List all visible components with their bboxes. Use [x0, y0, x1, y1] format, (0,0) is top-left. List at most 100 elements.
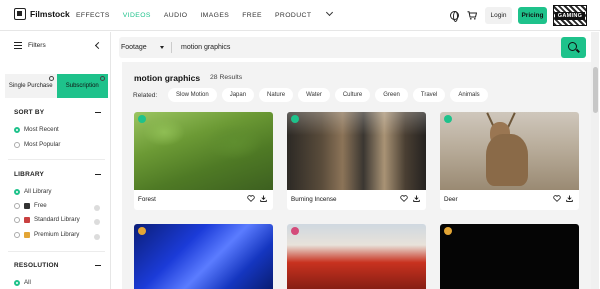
main-content: Footage motion graphics motion graphics …	[112, 32, 600, 289]
filmstock-logo-icon	[14, 8, 26, 20]
results-count: 28 Results	[210, 74, 243, 81]
radio-selected-icon	[14, 188, 20, 195]
caret-down-icon[interactable]	[160, 46, 164, 49]
search-bar: Footage motion graphics	[119, 37, 584, 58]
video-thumbnail[interactable]	[287, 112, 426, 190]
video-thumbnail[interactable]	[440, 224, 579, 289]
sort-option-label: Most Recent	[24, 126, 59, 133]
video-card[interactable]	[287, 224, 426, 289]
library-option-premium[interactable]: Premium Library	[14, 231, 79, 238]
search-button[interactable]	[561, 37, 586, 58]
brand-logo[interactable]: Filmstock	[14, 8, 70, 20]
radio-selected-icon	[14, 126, 20, 133]
related-tag[interactable]: Slow Motion	[168, 88, 217, 102]
video-card[interactable]: Burning Incense	[287, 112, 426, 210]
footage-type-select[interactable]: Footage	[121, 37, 147, 58]
help-icon[interactable]	[94, 205, 100, 211]
heart-icon[interactable]	[400, 195, 408, 202]
sort-option-most-popular[interactable]: Most Popular	[14, 141, 60, 148]
scrollbar-thumb[interactable]	[593, 67, 598, 113]
nav-item-effects[interactable]: EFFECTS	[76, 12, 110, 19]
results-title: motion graphics	[134, 73, 201, 83]
video-card[interactable]	[134, 224, 273, 289]
nav-item-free[interactable]: FREE	[242, 12, 262, 19]
globe-icon[interactable]	[450, 11, 459, 22]
results-panel: motion graphics 28 Results Related: Slow…	[122, 62, 594, 289]
radio-icon	[14, 216, 20, 223]
download-icon[interactable]	[413, 195, 420, 202]
nav-item-images[interactable]: IMAGES	[200, 12, 229, 19]
nav-item-audio[interactable]: AUDIO	[164, 12, 188, 19]
filters-title: Filters	[28, 42, 46, 49]
library-option-label: All Library	[24, 188, 52, 195]
library-option-label: Premium Library	[34, 231, 80, 238]
sort-option-most-recent[interactable]: Most Recent	[14, 126, 59, 133]
collapse-resolution-icon[interactable]	[95, 265, 101, 267]
sort-option-label: Most Popular	[24, 141, 61, 148]
related-tag[interactable]: Culture	[334, 88, 371, 102]
related-tag[interactable]: Nature	[259, 88, 294, 102]
login-button[interactable]: Login	[485, 7, 512, 24]
resolution-option-all[interactable]: All	[14, 279, 31, 286]
info-icon[interactable]	[100, 76, 105, 81]
video-thumbnail[interactable]	[134, 224, 273, 289]
video-card[interactable]: Deer	[440, 112, 579, 210]
library-option-all[interactable]: All Library	[14, 188, 52, 195]
tab-single-purchase[interactable]: Single Purchase	[5, 74, 57, 98]
filters-sidebar: Filters Single Purchase Subscription SOR…	[0, 32, 111, 289]
standard-library-icon	[24, 216, 30, 223]
brand-name: Filmstock	[30, 9, 70, 19]
heart-icon[interactable]	[247, 195, 255, 202]
video-thumbnail[interactable]	[287, 224, 426, 289]
collapse-library-icon[interactable]	[95, 174, 101, 176]
video-title: Forest	[138, 196, 156, 203]
search-input[interactable]: motion graphics	[181, 37, 230, 58]
tab-subscription-label: Subscription	[65, 83, 99, 89]
nav-item-product[interactable]: PRODUCT	[275, 8, 334, 19]
library-title: LIBRARY	[14, 171, 45, 178]
pricing-button[interactable]: Pricing	[518, 7, 547, 24]
nav-item-videos[interactable]: VIDEOS	[123, 12, 151, 19]
radio-selected-icon	[14, 279, 20, 286]
video-card[interactable]	[440, 224, 579, 289]
subscription-badge-icon	[444, 115, 452, 123]
search-icon	[568, 42, 577, 51]
avatar-text: GAMING	[555, 12, 585, 20]
cart-icon[interactable]	[467, 11, 477, 20]
help-icon[interactable]	[94, 219, 100, 225]
search-divider	[171, 42, 172, 53]
heart-icon[interactable]	[553, 195, 561, 202]
purchase-tabs: Single Purchase Subscription	[5, 74, 108, 98]
related-tags: Slow Motion Japan Nature Water Culture G…	[168, 88, 488, 102]
deer-body	[486, 134, 528, 186]
avatar[interactable]: GAMING	[553, 5, 587, 26]
related-tag[interactable]: Animals	[450, 88, 488, 102]
subscription-badge-icon	[138, 115, 146, 123]
premium-badge-icon	[444, 227, 452, 235]
divider	[8, 251, 105, 252]
library-option-standard[interactable]: Standard Library	[14, 216, 80, 223]
related-tag[interactable]: Travel	[412, 88, 446, 102]
collapse-sidebar-icon[interactable]	[94, 41, 103, 50]
standard-badge-icon	[291, 227, 299, 235]
library-option-free[interactable]: Free	[14, 202, 47, 209]
collapse-sort-icon[interactable]	[95, 112, 101, 114]
related-tag[interactable]: Green	[375, 88, 408, 102]
radio-icon	[14, 231, 20, 238]
video-card[interactable]: Forest	[134, 112, 273, 210]
video-thumbnail[interactable]	[440, 112, 579, 190]
divider	[8, 159, 105, 160]
download-icon[interactable]	[566, 195, 573, 202]
library-option-label: Free	[34, 202, 47, 209]
help-icon[interactable]	[94, 234, 100, 240]
info-icon[interactable]	[48, 76, 54, 81]
download-icon[interactable]	[260, 195, 267, 202]
library-option-label: Standard Library	[34, 216, 80, 223]
tab-subscription[interactable]: Subscription	[56, 74, 108, 98]
filter-sliders-icon	[14, 42, 22, 49]
resolution-option-label: All	[24, 279, 31, 286]
video-thumbnail[interactable]	[134, 112, 273, 190]
filters-header: Filters	[14, 42, 46, 49]
related-tag[interactable]: Water	[298, 88, 330, 102]
related-tag[interactable]: Japan	[221, 88, 255, 102]
